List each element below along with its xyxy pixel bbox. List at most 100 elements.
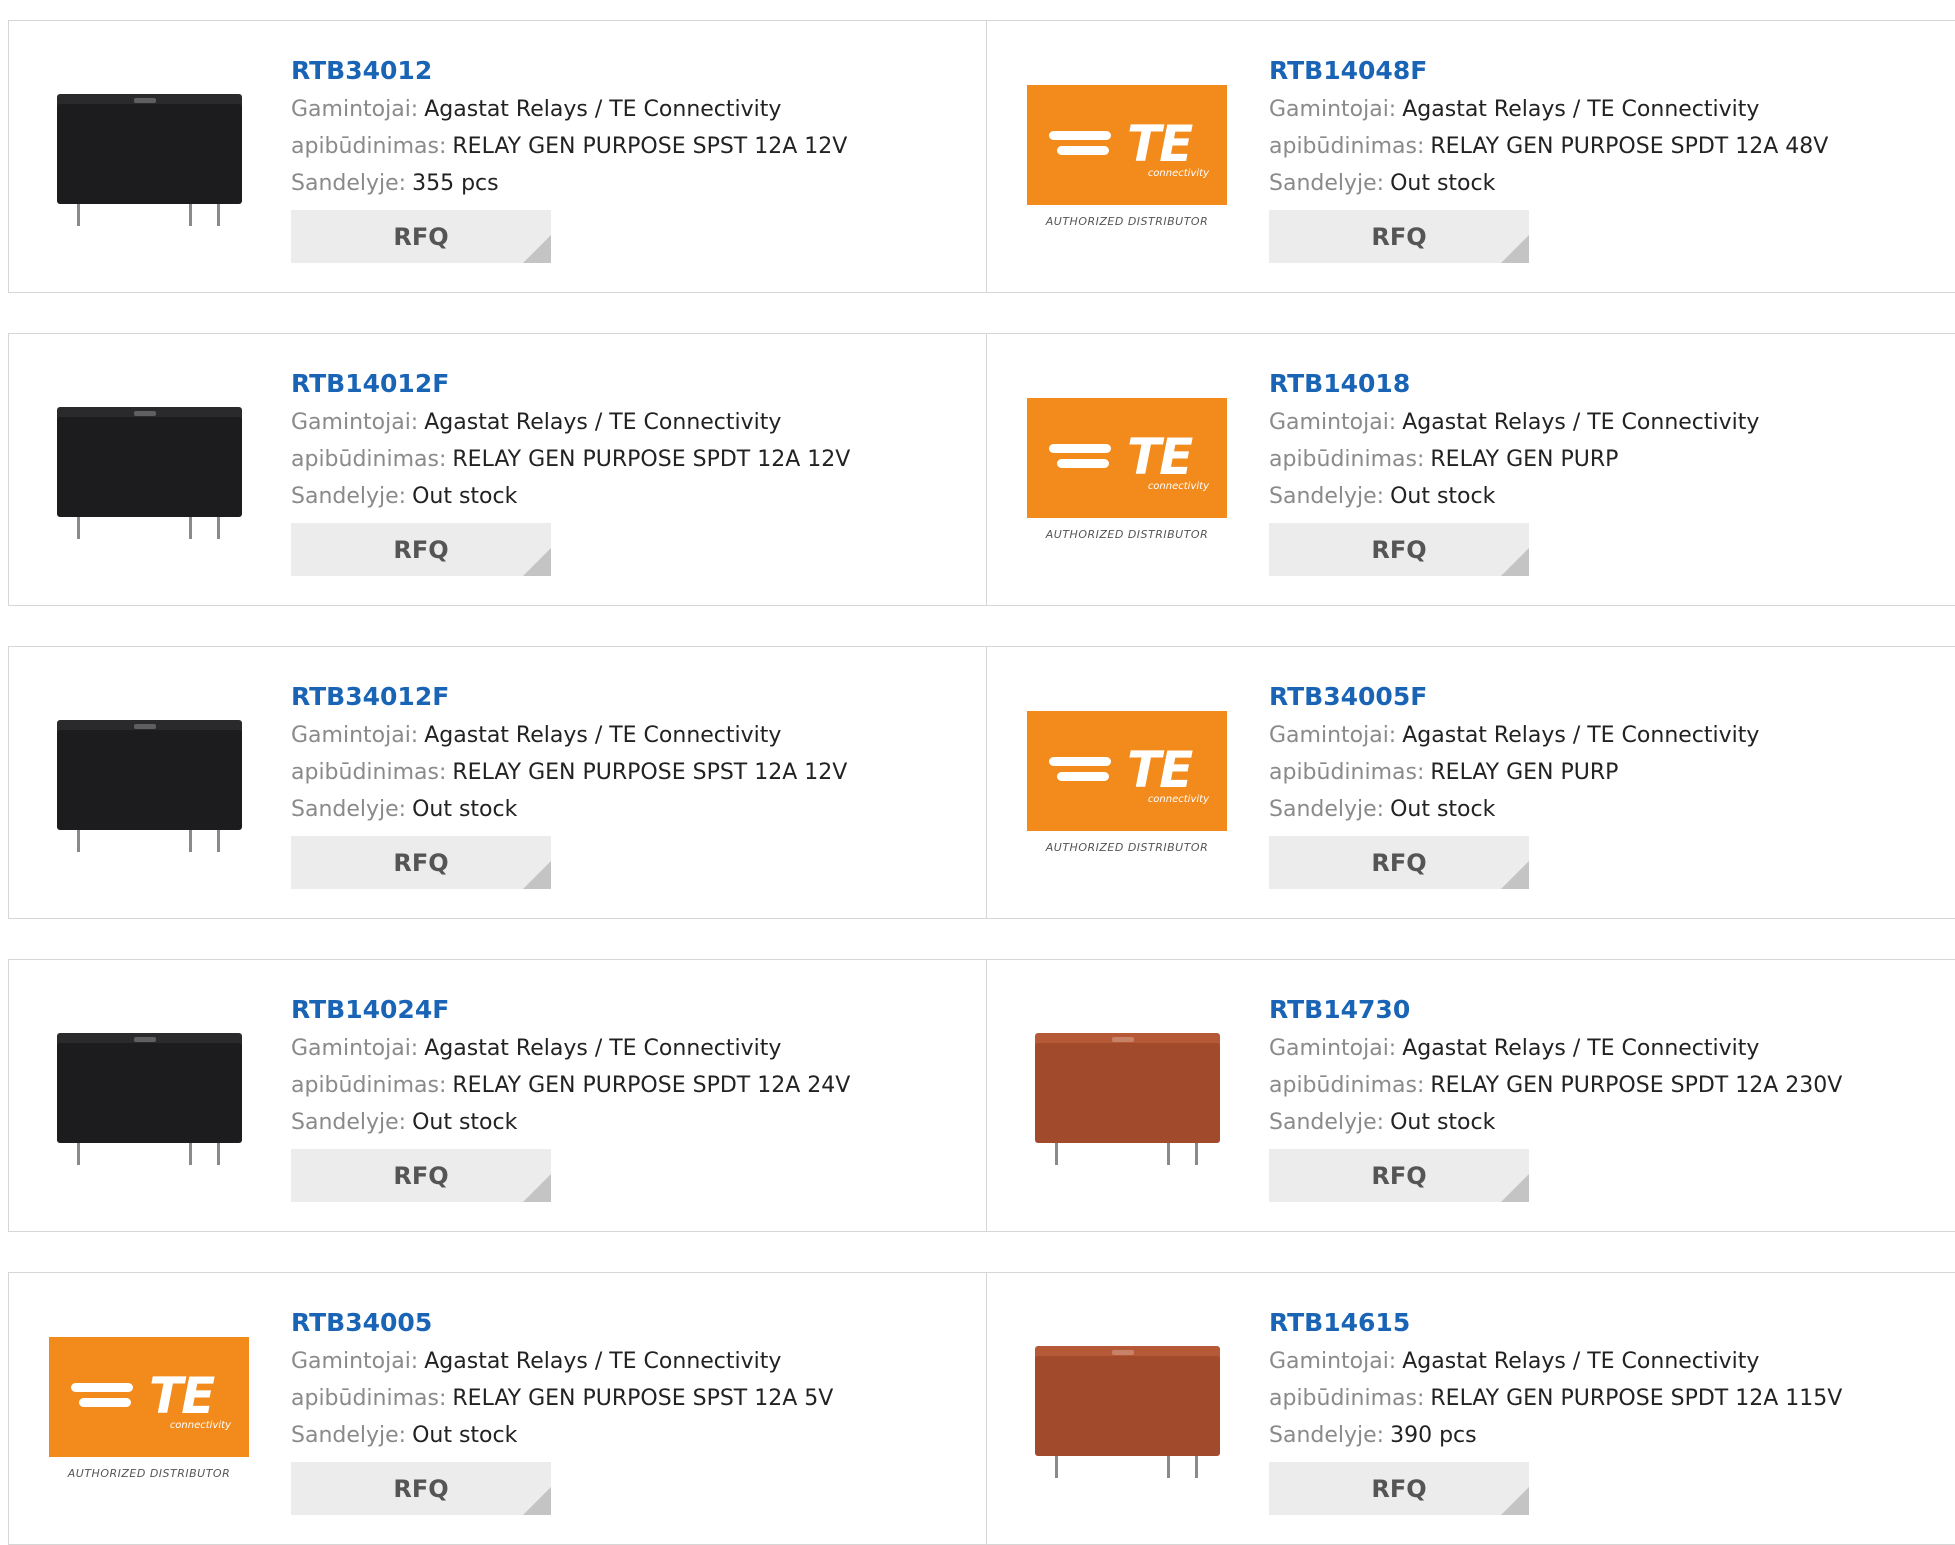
manufacturer-row: Gamintojai: Agastat Relays / TE Connectiv…	[1269, 91, 1828, 128]
rfq-button[interactable]: RFQ	[291, 1462, 551, 1515]
product-info: RTB14012F Gamintojai: Agastat Relays / TE…	[291, 364, 850, 576]
product-info: RTB14018 Gamintojai: Agastat Relays / TE …	[1269, 364, 1759, 576]
rfq-button[interactable]: RFQ	[291, 1149, 551, 1202]
stock-value: Out stock	[1390, 797, 1496, 822]
product-name-link[interactable]: RTB14012F	[291, 364, 850, 404]
relay-black-image	[49, 76, 249, 236]
manufacturer-value: Agastat Relays / TE Connectivity	[1402, 410, 1760, 435]
description-label: apibūdinimas:	[1269, 447, 1425, 472]
manufacturer-row: Gamintojai: Agastat Relays / TE Connectiv…	[291, 404, 850, 441]
product-card: TE connectivity AUTHORIZED DISTRIBUTOR RTB…	[987, 21, 1955, 292]
rfq-button[interactable]: RFQ	[1269, 836, 1529, 889]
description-row: apibūdinimas: RELAY GEN PURP	[1269, 754, 1759, 791]
relay-black-image	[49, 1015, 249, 1175]
manufacturer-value: Agastat Relays / TE Connectivity	[1402, 97, 1760, 122]
product-row: TE connectivity AUTHORIZED DISTRIBUTOR RTB…	[8, 1272, 1955, 1545]
product-image[interactable]	[49, 374, 249, 564]
stock-row: Sandelyje: Out stock	[1269, 478, 1759, 515]
description-label: apibūdinimas:	[1269, 1073, 1425, 1098]
rfq-button[interactable]: RFQ	[291, 523, 551, 576]
product-info: RTB14615 Gamintojai: Agastat Relays / TE …	[1269, 1303, 1842, 1515]
manufacturer-row: Gamintojai: Agastat Relays / TE Connectiv…	[291, 1030, 850, 1067]
manufacturer-row: Gamintojai: Agastat Relays / TE Connectiv…	[1269, 1343, 1842, 1380]
corner-triangle-icon	[1501, 235, 1529, 263]
rfq-label: RFQ	[393, 1474, 449, 1503]
rfq-button[interactable]: RFQ	[1269, 1462, 1529, 1515]
product-info: RTB14730 Gamintojai: Agastat Relays / TE …	[1269, 990, 1842, 1202]
stock-value: Out stock	[1390, 1110, 1496, 1135]
stock-label: Sandelyje:	[1269, 1423, 1385, 1448]
product-name-link[interactable]: RTB34012F	[291, 677, 847, 717]
product-name-link[interactable]: RTB14024F	[291, 990, 850, 1030]
rfq-label: RFQ	[1371, 222, 1427, 251]
manufacturer-label: Gamintojai:	[291, 410, 419, 435]
rfq-label: RFQ	[393, 848, 449, 877]
description-row: apibūdinimas: RELAY GEN PURP	[1269, 441, 1759, 478]
product-name-link[interactable]: RTB34005	[291, 1303, 833, 1343]
product-name-link[interactable]: RTB34012	[291, 51, 847, 91]
stock-label: Sandelyje:	[291, 797, 407, 822]
product-card: RTB14615 Gamintojai: Agastat Relays / TE …	[987, 1273, 1955, 1544]
manufacturer-label: Gamintojai:	[291, 97, 419, 122]
corner-triangle-icon	[523, 861, 551, 889]
product-image[interactable]: TE connectivity AUTHORIZED DISTRIBUTOR	[49, 1313, 249, 1503]
product-row: RTB14024F Gamintojai: Agastat Relays / TE…	[8, 959, 1955, 1232]
rfq-label: RFQ	[1371, 535, 1427, 564]
description-value: RELAY GEN PURP	[1430, 760, 1619, 785]
corner-triangle-icon	[1501, 1174, 1529, 1202]
product-name-link[interactable]: RTB14048F	[1269, 51, 1828, 91]
relay-brown-image	[1027, 1328, 1227, 1488]
description-label: apibūdinimas:	[291, 760, 447, 785]
product-image[interactable]	[49, 61, 249, 251]
description-row: apibūdinimas: RELAY GEN PURPOSE SPST 12A …	[291, 128, 847, 165]
description-value: RELAY GEN PURPOSE SPDT 12A 48V	[1430, 134, 1829, 159]
product-card: RTB14024F Gamintojai: Agastat Relays / TE…	[9, 960, 987, 1231]
description-row: apibūdinimas: RELAY GEN PURPOSE SPDT 12A …	[1269, 128, 1828, 165]
product-name-link[interactable]: RTB14018	[1269, 364, 1759, 404]
rfq-button[interactable]: RFQ	[291, 210, 551, 263]
relay-black-image	[49, 389, 249, 549]
stock-label: Sandelyje:	[291, 1110, 407, 1135]
te-connectivity-logo: TE connectivity AUTHORIZED DISTRIBUTOR	[1027, 710, 1227, 854]
stock-row: Sandelyje: 355 pcs	[291, 165, 847, 202]
rfq-button[interactable]: RFQ	[291, 836, 551, 889]
product-card: RTB14730 Gamintojai: Agastat Relays / TE …	[987, 960, 1955, 1231]
description-value: RELAY GEN PURPOSE SPDT 12A 230V	[1430, 1073, 1843, 1098]
corner-triangle-icon	[523, 548, 551, 576]
manufacturer-row: Gamintojai: Agastat Relays / TE Connectiv…	[1269, 404, 1759, 441]
manufacturer-value: Agastat Relays / TE Connectivity	[424, 410, 782, 435]
manufacturer-value: Agastat Relays / TE Connectivity	[424, 97, 782, 122]
rfq-button[interactable]: RFQ	[1269, 523, 1529, 576]
description-value: RELAY GEN PURP	[1430, 447, 1619, 472]
product-image[interactable]	[1027, 1000, 1227, 1190]
rfq-button[interactable]: RFQ	[1269, 1149, 1529, 1202]
corner-triangle-icon	[1501, 1487, 1529, 1515]
stock-value: Out stock	[412, 484, 518, 509]
stock-row: Sandelyje: Out stock	[291, 478, 850, 515]
rfq-label: RFQ	[393, 1161, 449, 1190]
te-connectivity-logo: TE connectivity AUTHORIZED DISTRIBUTOR	[1027, 397, 1227, 541]
description-label: apibūdinimas:	[1269, 760, 1425, 785]
product-image[interactable]	[1027, 1313, 1227, 1503]
corner-triangle-icon	[1501, 548, 1529, 576]
product-image[interactable]: TE connectivity AUTHORIZED DISTRIBUTOR	[1027, 374, 1227, 564]
stock-value: 390 pcs	[1390, 1423, 1477, 1448]
product-image[interactable]: TE connectivity AUTHORIZED DISTRIBUTOR	[1027, 687, 1227, 877]
manufacturer-label: Gamintojai:	[291, 1349, 419, 1374]
product-name-link[interactable]: RTB14730	[1269, 990, 1842, 1030]
description-value: RELAY GEN PURPOSE SPST 12A 12V	[452, 760, 848, 785]
description-value: RELAY GEN PURPOSE SPST 12A 5V	[452, 1386, 834, 1411]
rfq-button[interactable]: RFQ	[1269, 210, 1529, 263]
stock-row: Sandelyje: Out stock	[1269, 165, 1828, 202]
product-image[interactable]	[49, 687, 249, 877]
stock-row: Sandelyje: Out stock	[291, 791, 847, 828]
product-card: TE connectivity AUTHORIZED DISTRIBUTOR RTB…	[987, 334, 1955, 605]
manufacturer-row: Gamintojai: Agastat Relays / TE Connectiv…	[291, 91, 847, 128]
product-image[interactable]: TE connectivity AUTHORIZED DISTRIBUTOR	[1027, 61, 1227, 251]
product-name-link[interactable]: RTB34005F	[1269, 677, 1759, 717]
stock-label: Sandelyje:	[1269, 171, 1385, 196]
product-info: RTB34005F Gamintojai: Agastat Relays / TE…	[1269, 677, 1759, 889]
product-name-link[interactable]: RTB14615	[1269, 1303, 1842, 1343]
manufacturer-label: Gamintojai:	[291, 723, 419, 748]
product-image[interactable]	[49, 1000, 249, 1190]
